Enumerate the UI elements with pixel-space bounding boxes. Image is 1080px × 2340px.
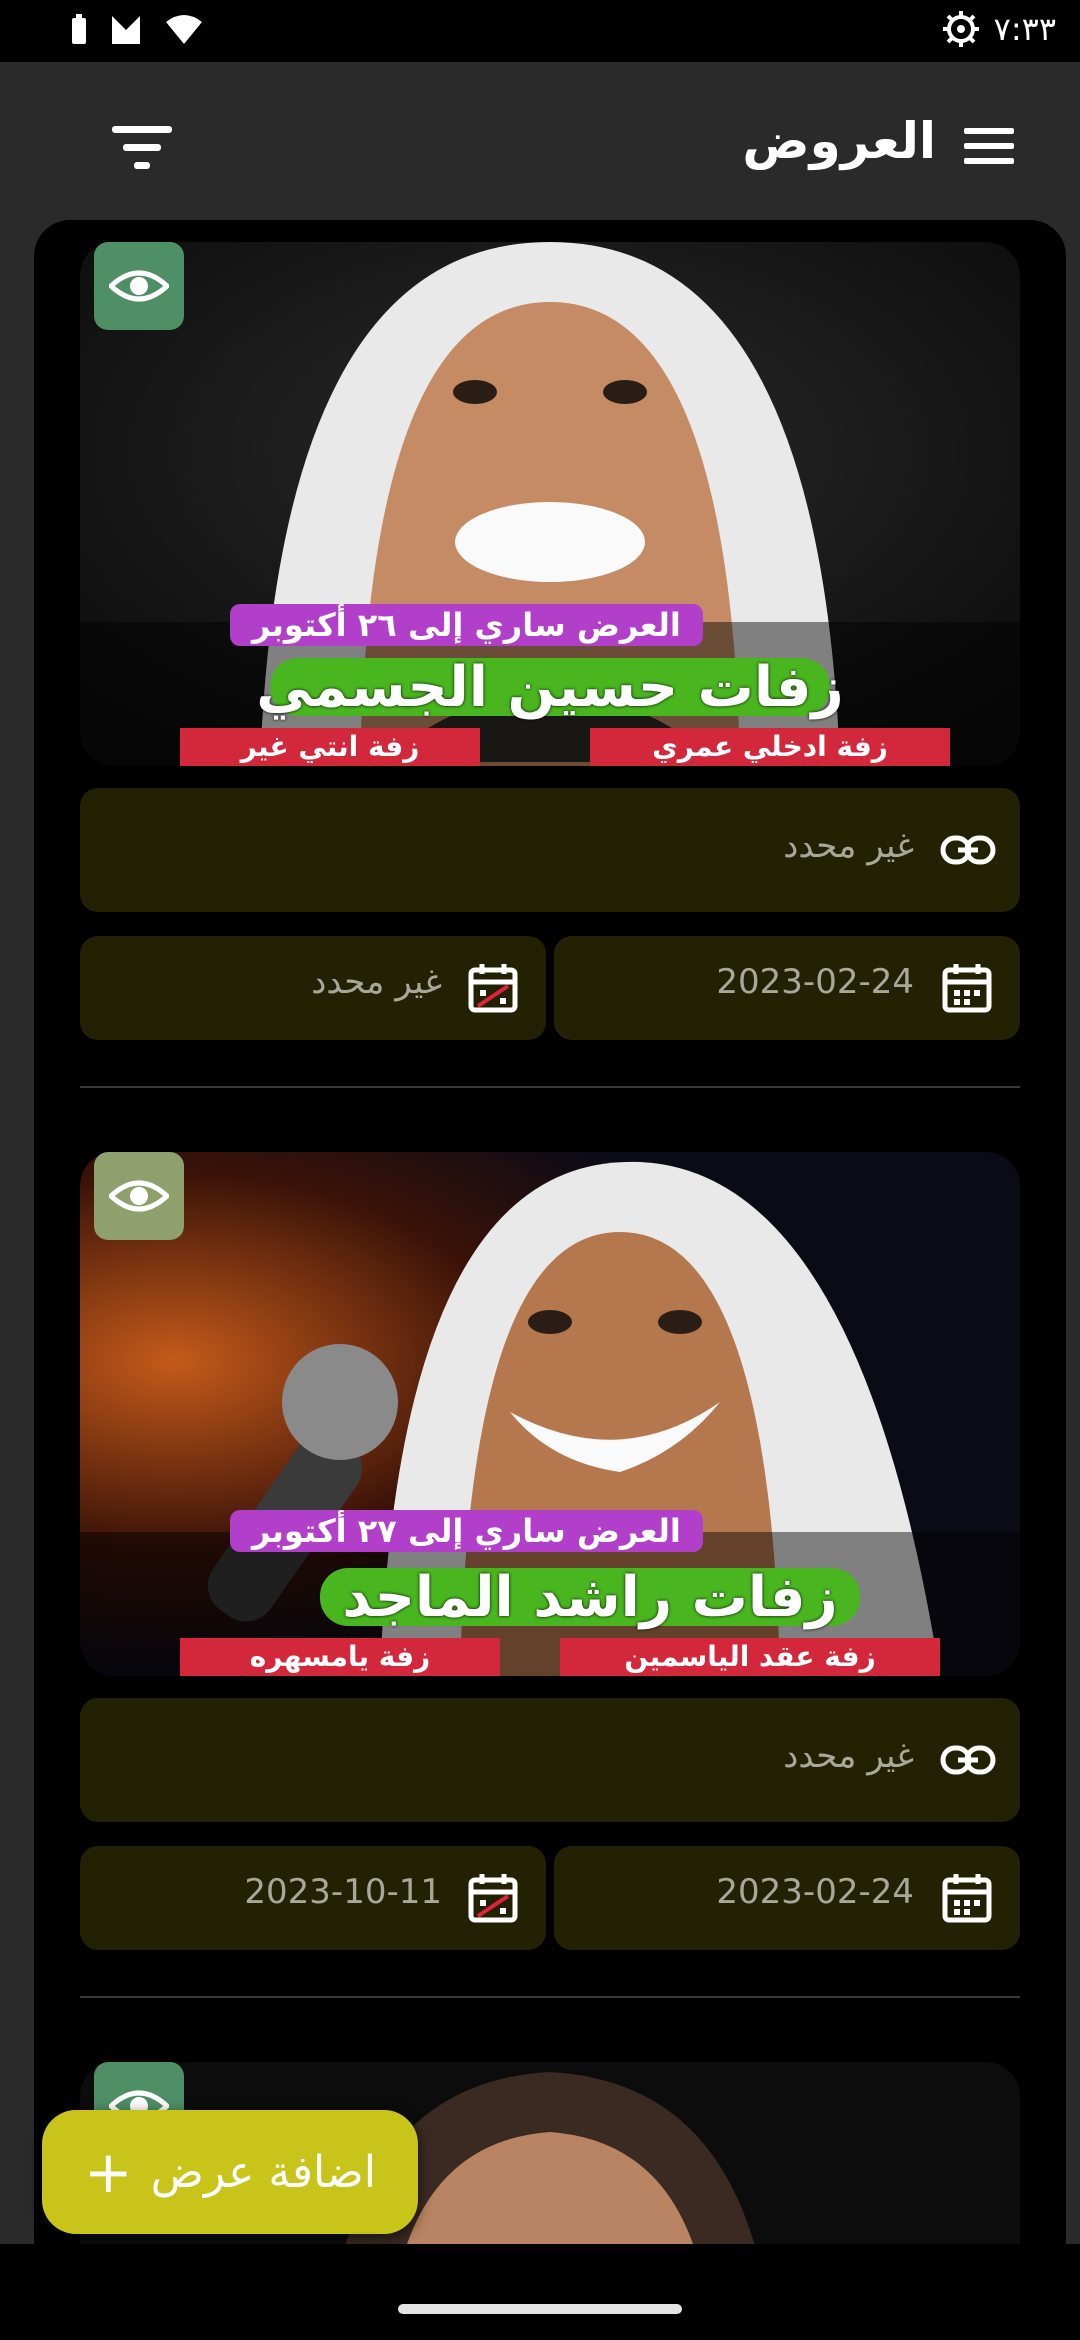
status-icons-left: [70, 14, 204, 46]
status-bar: ٧:٣٣: [0, 0, 1080, 62]
eye-icon: [109, 270, 169, 302]
end-date-value: 2023-10-11: [244, 1872, 442, 1912]
home-indicator[interactable]: [398, 2304, 682, 2314]
offer-song-tag: زفة عقد الياسمين: [560, 1638, 940, 1676]
wifi-icon: [166, 15, 202, 44]
start-date-field[interactable]: 2023-02-24: [554, 936, 1020, 1040]
signal-icon: [112, 16, 140, 44]
link-icon: [940, 835, 996, 865]
eye-icon: [109, 1180, 169, 1212]
start-date-field[interactable]: 2023-02-24: [554, 1846, 1020, 1950]
offer-image[interactable]: العرض ساري إلى ٢٧ أكتوبر زفات راشد الماج…: [80, 1152, 1020, 1676]
system-nav-bar: [0, 2244, 1080, 2340]
calendar-remove-icon: [468, 964, 518, 1013]
menu-button[interactable]: [964, 126, 1014, 166]
settings-gear-icon: [942, 11, 979, 47]
add-offer-label: اضافة عرض: [150, 2146, 376, 2198]
offer-artist-name: زفات حسين الجسمي: [256, 654, 844, 720]
start-date-value: 2023-02-24: [716, 962, 914, 1002]
plus-icon: +: [84, 2138, 133, 2206]
offer-card[interactable]: العرض ساري إلى ٢٦ أكتوبر زفات حسين الجسم…: [80, 242, 1020, 1142]
offer-promo-text: العرض ساري إلى ٢٧ أكتوبر: [230, 1510, 703, 1552]
end-date-field[interactable]: غير محدد: [80, 936, 546, 1040]
page-title: العروض: [742, 112, 936, 170]
visibility-toggle-button[interactable]: [94, 1152, 184, 1240]
offers-list[interactable]: العرض ساري إلى ٢٦ أكتوبر زفات حسين الجسم…: [34, 220, 1066, 2244]
calendar-icon: [942, 964, 992, 1013]
link-icon: [940, 1745, 996, 1775]
offer-song-tag: زفة يامسهره: [180, 1638, 500, 1676]
battery-icon: [72, 14, 86, 44]
offer-link-value: غير محدد: [783, 826, 914, 866]
divider: [80, 1086, 1020, 1088]
offer-song-tag: زفة انتي غير: [180, 728, 480, 766]
visibility-toggle-button[interactable]: [94, 242, 184, 330]
divider: [80, 1996, 1020, 1998]
calendar-remove-icon: [468, 1874, 518, 1923]
status-time: ٧:٣٣: [993, 10, 1056, 48]
add-offer-button[interactable]: + اضافة عرض: [42, 2110, 418, 2234]
end-date-field[interactable]: 2023-10-11: [80, 1846, 546, 1950]
offer-card[interactable]: العرض ساري إلى ٢٧ أكتوبر زفات راشد الماج…: [80, 1152, 1020, 2052]
offer-link-value: غير محدد: [783, 1736, 914, 1776]
offer-artist-name: زفات راشد الماجد: [320, 1565, 860, 1630]
offer-image[interactable]: العرض ساري إلى ٢٦ أكتوبر زفات حسين الجسم…: [80, 242, 1020, 766]
calendar-icon: [942, 1874, 992, 1923]
offer-promo-text: العرض ساري إلى ٢٦ أكتوبر: [230, 604, 703, 646]
status-icons-right: ٧:٣٣: [942, 10, 1056, 48]
offer-song-tag: زفة ادخلي عمري: [590, 728, 950, 766]
filter-icon: [112, 126, 172, 169]
end-date-value: غير محدد: [311, 962, 442, 1002]
app-header: العروض: [0, 62, 1080, 222]
filter-button[interactable]: [108, 120, 178, 176]
offer-link-field[interactable]: غير محدد: [80, 788, 1020, 912]
hamburger-menu-icon: [964, 128, 1014, 164]
start-date-value: 2023-02-24: [716, 1872, 914, 1912]
offer-link-field[interactable]: غير محدد: [80, 1698, 1020, 1822]
